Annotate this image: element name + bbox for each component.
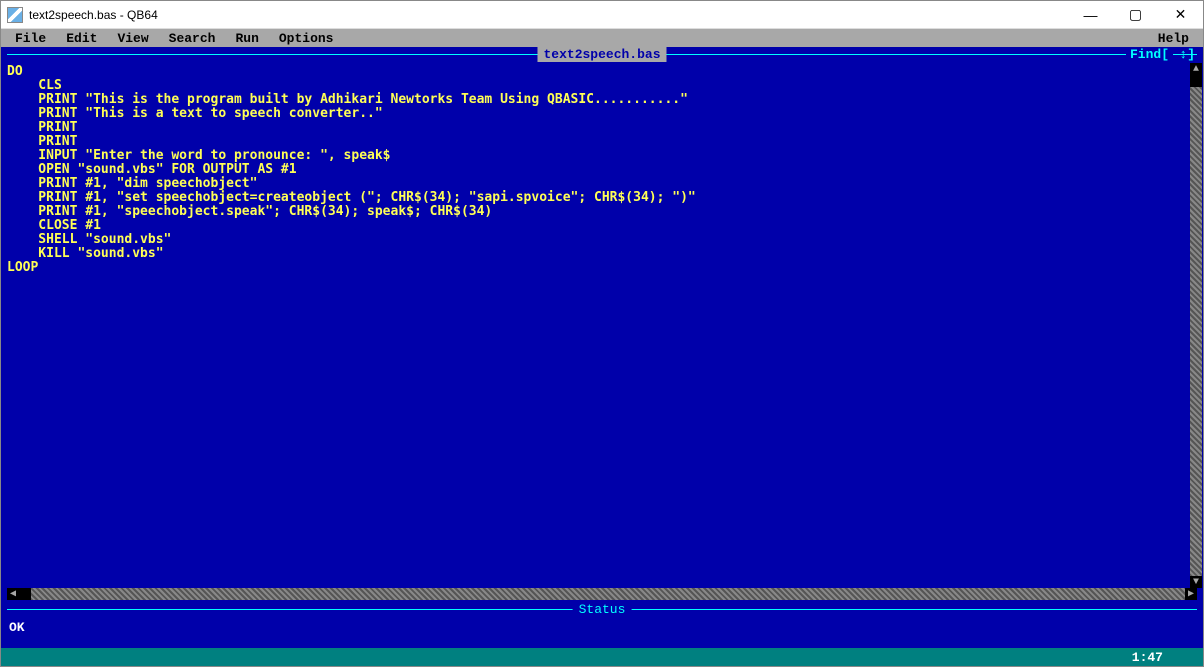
status-text: OK bbox=[1, 618, 1203, 648]
status-label: Status bbox=[573, 602, 632, 617]
vertical-scrollbar[interactable]: ▲ ▼ bbox=[1189, 63, 1203, 588]
hscroll-thumb[interactable] bbox=[19, 588, 31, 600]
horizontal-scrollbar[interactable]: ◀ ▶ bbox=[7, 588, 1197, 602]
find-indicator[interactable]: Find[ bbox=[1126, 47, 1173, 62]
minimize-button[interactable]: — bbox=[1068, 1, 1113, 28]
menu-view[interactable]: View bbox=[107, 31, 158, 46]
scroll-up-icon[interactable]: ▲ bbox=[1190, 63, 1202, 75]
scroll-right-icon[interactable]: ▶ bbox=[1185, 588, 1197, 600]
menu-edit[interactable]: Edit bbox=[56, 31, 107, 46]
ide-area: File Edit View Search Run Options Help t… bbox=[1, 29, 1203, 666]
app-window: text2speech.bas - QB64 — ▢ ✕ File Edit V… bbox=[0, 0, 1204, 667]
bottom-bar: 1:47 bbox=[1, 648, 1203, 666]
close-button[interactable]: ✕ bbox=[1158, 1, 1203, 28]
menu-options[interactable]: Options bbox=[269, 31, 344, 46]
titlebar[interactable]: text2speech.bas - QB64 — ▢ ✕ bbox=[1, 1, 1203, 29]
status-frame: Status bbox=[1, 602, 1203, 618]
vscroll-thumb[interactable] bbox=[1190, 75, 1202, 87]
cursor-position: 1:47 bbox=[1132, 650, 1163, 665]
hscroll-track[interactable] bbox=[19, 588, 1185, 600]
maximize-button[interactable]: ▢ bbox=[1113, 1, 1158, 28]
window-title: text2speech.bas - QB64 bbox=[29, 8, 1068, 22]
menubar: File Edit View Search Run Options Help bbox=[1, 29, 1203, 47]
document-title: text2speech.bas bbox=[537, 47, 666, 62]
scroll-down-icon[interactable]: ▼ bbox=[1190, 576, 1202, 588]
vscroll-track[interactable] bbox=[1190, 75, 1202, 576]
menu-help[interactable]: Help bbox=[1148, 31, 1199, 46]
editor-frame-top: text2speech.bas Find[ ↕] bbox=[1, 47, 1203, 63]
app-icon bbox=[7, 7, 23, 23]
resize-indicator[interactable]: ↕] bbox=[1179, 47, 1195, 62]
code-editor[interactable]: DO CLS PRINT "This is the program built … bbox=[7, 63, 1189, 588]
editor-wrap: DO CLS PRINT "This is the program built … bbox=[1, 63, 1203, 588]
menu-search[interactable]: Search bbox=[159, 31, 226, 46]
window-controls: — ▢ ✕ bbox=[1068, 1, 1203, 28]
menu-run[interactable]: Run bbox=[225, 31, 268, 46]
menu-file[interactable]: File bbox=[5, 31, 56, 46]
scroll-left-icon[interactable]: ◀ bbox=[7, 588, 19, 600]
